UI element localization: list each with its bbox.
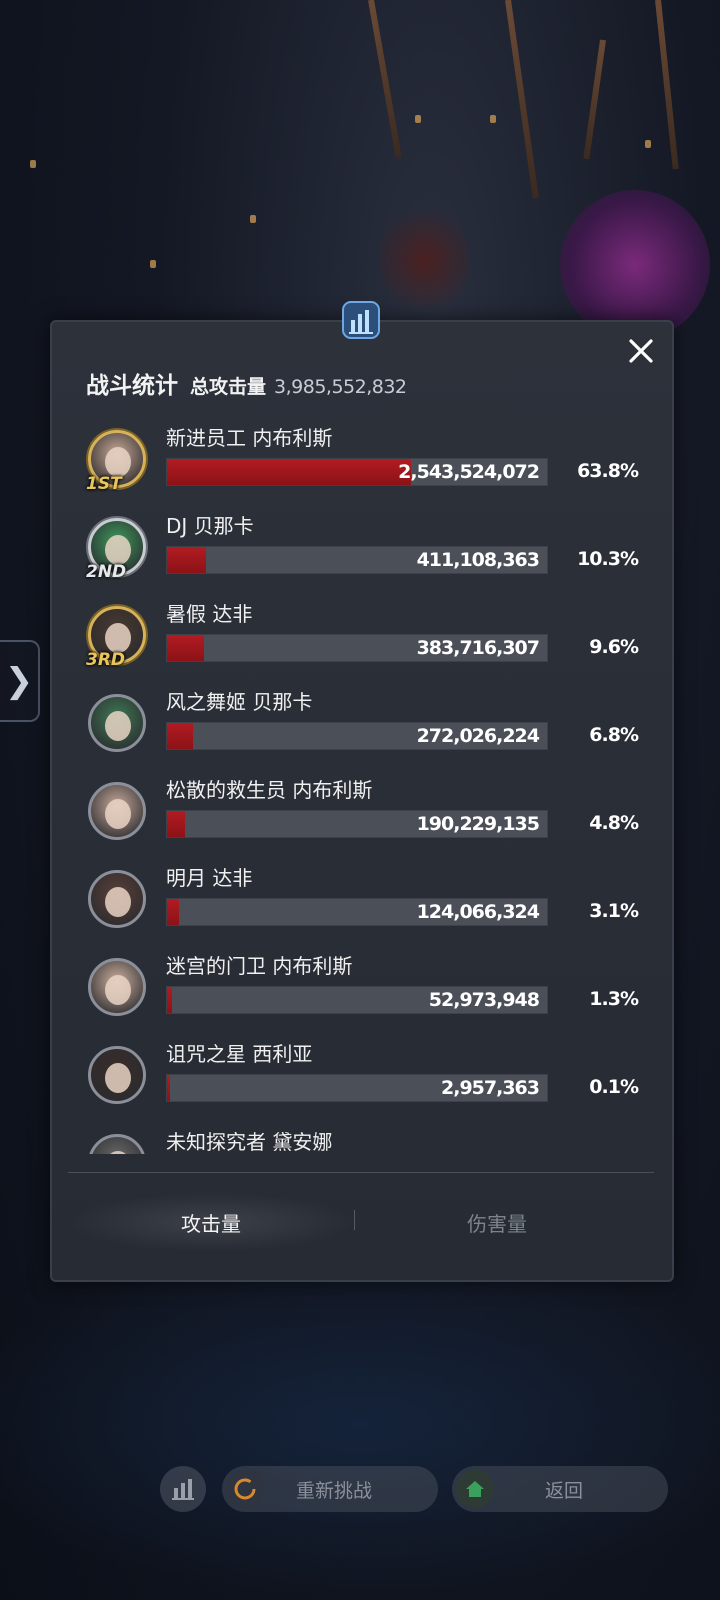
ranking-row[interactable]: 诅咒之星 西利亚 2,957,363 0.1% — [52, 1038, 672, 1126]
damage-value: 52,973,948 — [428, 989, 540, 1011]
ranking-row[interactable]: 3RD 暑假 达非 383,716,307 9.6% — [52, 598, 672, 686]
refresh-icon — [226, 1470, 264, 1508]
back-label: 返回 — [544, 1479, 583, 1502]
character-avatar — [88, 782, 146, 840]
ranking-row[interactable]: 1ST 新进员工 内布利斯 2,543,524,072 63.8% — [52, 422, 672, 510]
damage-bar-fill — [167, 547, 207, 573]
ranking-row[interactable]: 明月 达非 124,066,324 3.1% — [52, 862, 672, 950]
character-name: 风之舞姬 贝那卡 — [166, 690, 313, 714]
retry-button[interactable]: 重新挑战 — [222, 1466, 438, 1512]
total-attack-value: 3,985,552,832 — [274, 376, 407, 398]
damage-bar-fill — [167, 987, 172, 1013]
damage-percent: 4.8% — [589, 812, 639, 834]
rank-badge: 3RD — [86, 650, 126, 670]
damage-percent: 9.6% — [589, 636, 639, 658]
character-name: 迷宫的门卫 内布利斯 — [166, 954, 353, 978]
damage-bar-track: 383,716,307 — [166, 634, 548, 662]
ranking-row[interactable]: 松散的救生员 内布利斯 190,229,135 4.8% — [52, 774, 672, 862]
character-avatar — [88, 870, 146, 928]
battle-stats-panel: 战斗统计 总攻击量 3,985,552,832 1ST 新进员工 内布利斯 2,54… — [50, 301, 674, 1282]
rank-badge: 1ST — [86, 474, 122, 494]
damage-bar-track: 190,229,135 — [166, 810, 548, 838]
damage-value: 2,957,363 — [441, 1077, 540, 1099]
divider — [68, 1172, 654, 1173]
chevron-right-icon: ❯ — [4, 661, 34, 701]
retry-label: 重新挑战 — [295, 1479, 372, 1502]
damage-bar-fill — [167, 723, 193, 749]
ranking-row[interactable]: 未知探究者 黛安娜 — [52, 1126, 672, 1154]
damage-value: 190,229,135 — [416, 813, 540, 835]
damage-bar-fill — [167, 811, 186, 837]
damage-percent: 10.3% — [577, 548, 639, 570]
side-expand-tab[interactable]: ❯ — [0, 640, 40, 722]
bar-chart-icon — [172, 1479, 194, 1500]
stats-tabs: 攻击量 伤害量 — [52, 1192, 672, 1252]
character-name: 未知探究者 黛安娜 — [166, 1130, 333, 1154]
damage-percent: 1.3% — [589, 988, 639, 1010]
damage-percent: 63.8% — [577, 460, 639, 482]
character-avatar — [88, 694, 146, 752]
damage-value: 272,026,224 — [416, 725, 540, 747]
character-name: DJ 贝那卡 — [166, 514, 254, 538]
character-name: 松散的救生员 内布利斯 — [166, 778, 373, 802]
panel-header: 战斗统计 总攻击量 3,985,552,832 — [86, 366, 407, 400]
damage-value: 124,066,324 — [416, 901, 540, 923]
damage-ranking-list[interactable]: 1ST 新进员工 内布利斯 2,543,524,072 63.8% 2ND DJ 贝那卡 4… — [52, 422, 672, 1154]
damage-bar-fill — [167, 459, 411, 485]
damage-bar-track: 2,543,524,072 — [166, 458, 548, 486]
character-avatar — [88, 1134, 146, 1154]
damage-bar-fill — [167, 635, 204, 661]
tab-attack[interactable]: 攻击量 — [66, 1192, 356, 1252]
bar-chart-icon — [342, 301, 380, 339]
character-avatar — [88, 1046, 146, 1104]
damage-value: 411,108,363 — [416, 549, 540, 571]
ranking-row[interactable]: 迷宫的门卫 内布利斯 52,973,948 1.3% — [52, 950, 672, 1038]
damage-bar-track: 2,957,363 — [166, 1074, 548, 1102]
character-name: 明月 达非 — [166, 866, 253, 890]
home-icon — [456, 1470, 494, 1508]
damage-bar-fill — [167, 1075, 170, 1101]
damage-percent: 0.1% — [589, 1076, 639, 1098]
ranking-row[interactable]: 2ND DJ 贝那卡 411,108,363 10.3% — [52, 510, 672, 598]
damage-bar-track: 411,108,363 — [166, 546, 548, 574]
character-name: 新进员工 内布利斯 — [166, 426, 333, 450]
damage-percent: 6.8% — [589, 724, 639, 746]
ranking-row[interactable]: 风之舞姬 贝那卡 272,026,224 6.8% — [52, 686, 672, 774]
close-icon[interactable] — [624, 334, 658, 368]
character-name: 暑假 达非 — [166, 602, 253, 626]
tab-damage[interactable]: 伤害量 — [352, 1192, 642, 1252]
rank-badge: 2ND — [86, 562, 127, 582]
damage-bar-track: 272,026,224 — [166, 722, 548, 750]
damage-bar-track: 124,066,324 — [166, 898, 548, 926]
stats-button[interactable] — [160, 1466, 206, 1512]
panel-title: 战斗统计 — [86, 373, 178, 399]
back-button[interactable]: 返回 — [452, 1466, 668, 1512]
damage-value: 2,543,524,072 — [398, 461, 540, 483]
damage-bar-fill — [167, 899, 179, 925]
character-avatar — [88, 958, 146, 1016]
damage-bar-track: 52,973,948 — [166, 986, 548, 1014]
total-attack-label: 总攻击量 — [190, 376, 267, 398]
character-name: 诅咒之星 西利亚 — [166, 1042, 313, 1066]
damage-percent: 3.1% — [589, 900, 639, 922]
damage-value: 383,716,307 — [416, 637, 540, 659]
